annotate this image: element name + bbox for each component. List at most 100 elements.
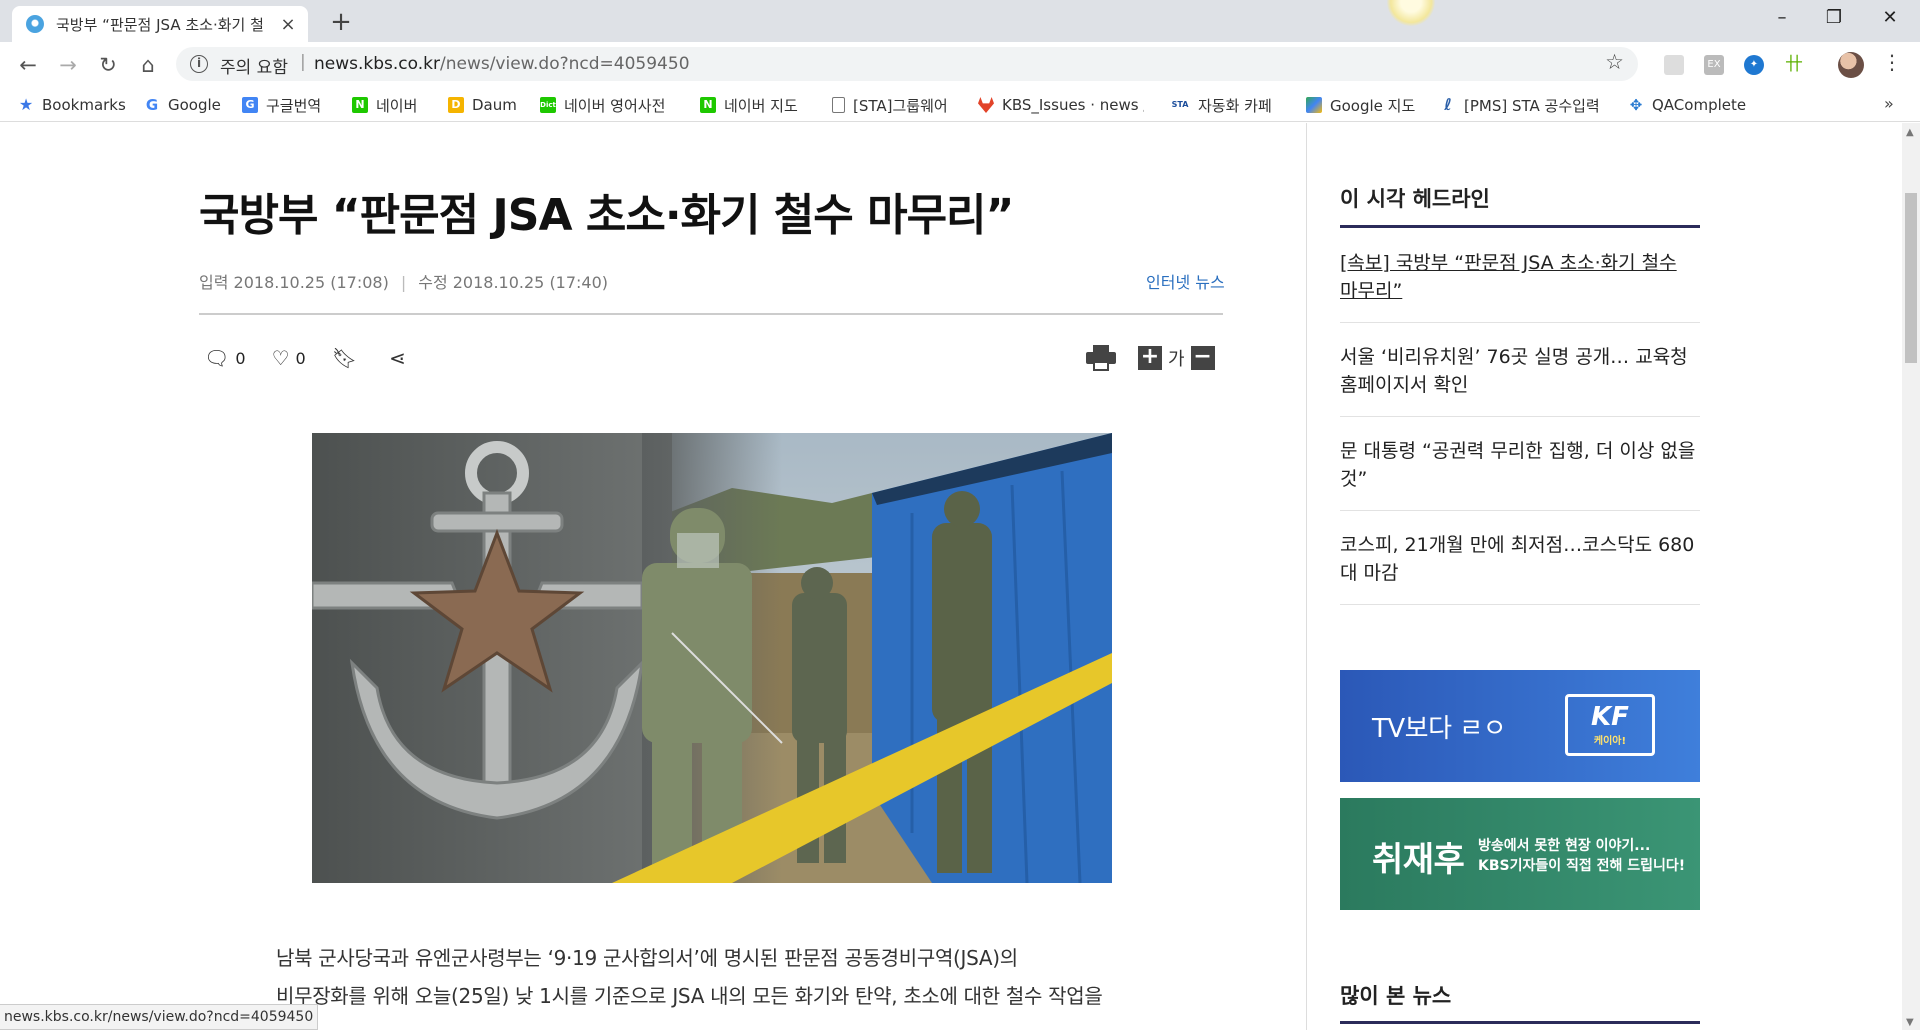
bookmark-icon: 🔖︎ [331,346,358,370]
bookmark-item[interactable]: N 네이버 지도 [700,94,798,116]
article-dates: 입력 2018.10.25 (17:08) | 수정 2018.10.25 (17:… [199,269,608,293]
headline-link[interactable]: [속보] 국방부 “판문점 JSA 초소·화기 철수 마무리” [1340,252,1677,302]
qa-icon: ✥ [1629,96,1643,114]
forward-arrow-icon[interactable]: → [52,50,84,80]
page-icon [832,97,845,113]
bookmark-label: QAComplete [1652,96,1747,114]
page-scrollbar[interactable]: ▲ ▼ [1902,123,1920,1030]
bookmark-item[interactable]: D Daum [448,94,517,116]
bookmarks-overflow-icon[interactable]: » [1884,94,1894,113]
new-tab-button[interactable]: + [326,8,356,38]
article-headline: 국방부 “판문점 JSA 초소·화기 철수 마무리” [199,190,1014,241]
bookmark-item[interactable]: Dict 네이버 영어사전 [540,94,665,116]
minimize-button[interactable]: – [1754,0,1810,38]
bookmark-label: Google 지도 [1330,96,1416,115]
article-photo [312,433,1112,883]
browser-tab-active[interactable]: 국방부 “판문점 JSA 초소·화기 철 × [12,6,308,42]
info-icon[interactable]: i [190,55,208,73]
bookmark-label: Bookmarks [42,96,126,114]
headlines-list: [속보] 국방부 “판문점 JSA 초소·화기 철수 마무리” 서울 ‘비리유치… [1340,229,1700,605]
chwijaehu-banner[interactable]: 취재후 방송에서 못한 현장 이야기... KBS기자들이 직접 전해 드립니다! [1340,798,1700,910]
bookmark-label: 네이버 지도 [724,96,798,115]
star-icon: ★ [18,95,34,114]
modified-date: 수정 2018.10.25 (17:40) [418,273,609,292]
address-bar[interactable]: i 주의 요함 | news.kbs.co.kr/news/view.do?nc… [176,47,1638,81]
kbs-keyah-banner[interactable]: TV보다 ㄹㅇ KF 케이아! [1340,670,1700,782]
headline-item[interactable]: [속보] 국방부 “판문점 JSA 초소·화기 철수 마무리” [1340,229,1700,323]
tab-title: 국방부 “판문점 JSA 초소·화기 철 [56,15,264,34]
url-path: /news/view.do?ncd=4059450 [439,54,690,74]
profile-avatar[interactable] [1838,52,1864,78]
article-category-link[interactable]: 인터넷 뉴스 [1146,269,1225,293]
scrollbar-thumb[interactable] [1905,193,1917,363]
extension-screenshot-icon[interactable] [1664,55,1684,75]
bookmark-item[interactable]: N 네이버 [352,94,417,116]
dict-icon: Dict [540,97,556,113]
share-button[interactable]: ⋖ [389,346,412,370]
headline-link[interactable]: 코스피, 21개월 만에 최저점…코스닥도 680대 마감 [1340,534,1694,584]
headline-item[interactable]: 코스피, 21개월 만에 최저점…코스닥도 680대 마감 [1340,511,1700,605]
article-body: 남북 군사당국과 유엔군사령부는 ‘9·19 군사합의서’에 명시된 판문점 공… [276,939,1136,1015]
url-host: news.kbs.co.kr [314,54,440,74]
banner-logo-subtext: 케이아! [1593,736,1627,747]
bookmark-item[interactable]: G 구글번역 [242,94,321,116]
home-icon[interactable]: ⌂ [132,50,164,80]
gitlab-icon [978,97,994,113]
section-rule [1340,1021,1700,1024]
headlines-section-title: 이 시각 헤드라인 [1340,187,1490,211]
sta-icon: STA [1171,100,1189,109]
bookmark-item[interactable]: KBS_Issues · news / ... [978,94,1144,116]
bookmark-item[interactable]: ℓ [PMS] STA 공수입력 [1440,94,1600,116]
security-warning[interactable]: 주의 요함 [220,53,288,78]
like-button[interactable]: ♡ 0 [272,346,306,370]
print-icon[interactable] [1086,345,1116,371]
extension-arrow-icon[interactable]: ✦ [1744,55,1764,75]
section-rule [1340,225,1700,228]
kbs-favicon-icon [26,15,44,33]
bookmark-item[interactable]: G Google [144,94,221,116]
article-view-tools: + 가 − [1086,345,1215,371]
tab-close-icon[interactable]: × [278,14,298,35]
headline-link[interactable]: 문 대통령 “공권력 무리한 집행, 더 이상 없을 것” [1340,440,1695,490]
menu-kebab-icon[interactable]: ⋮ [1882,50,1902,74]
translate-icon: G [242,97,258,113]
share-icon: ⋖ [389,346,406,370]
extension-ex-icon[interactable]: EX [1704,55,1724,75]
bookmark-item[interactable]: Google 지도 [1306,94,1415,116]
article-actions: 🗨 0 ♡ 0 🔖︎ ⋖ [204,343,438,373]
bookmark-item[interactable]: [STA]그룹웨어 [832,94,948,116]
bookmark-button[interactable]: 🔖︎ [332,346,363,370]
bookmark-item[interactable]: ★ Bookmarks [18,94,126,116]
comment-count: 0 [235,348,246,368]
bookmark-item[interactable]: ✥ QAComplete [1628,94,1746,116]
input-date: 입력 2018.10.25 (17:08) [199,273,389,292]
separator: | [300,52,306,72]
reload-icon[interactable]: ↻ [92,50,124,80]
headline-link[interactable]: 서울 ‘비리유치원’ 76곳 실명 공개… 교육청 홈페이지서 확인 [1340,346,1688,396]
bookmark-star-icon[interactable]: ☆ [1605,50,1624,74]
tab-strip: 국방부 “판문점 JSA 초소·화기 철 × + – ❐ ✕ [0,0,1920,42]
banner-title: 취재후 [1372,840,1465,880]
font-decrease-icon[interactable]: − [1190,346,1215,370]
scroll-up-icon[interactable]: ▲ [1906,127,1914,138]
naver-icon: N [352,97,368,113]
comment-button[interactable]: 🗨 0 [204,346,246,370]
kf-logo-icon: KF 케이아! [1565,694,1655,756]
url-text[interactable]: news.kbs.co.kr/news/view.do?ncd=4059450 [314,54,690,74]
date-separator: | [400,273,407,292]
font-increase-icon[interactable]: + [1138,346,1162,370]
extension-ladder-icon[interactable]: 卄 [1784,55,1804,75]
article-photo-illustration [312,433,1112,883]
banner-subtext-line: 방송에서 못한 현장 이야기... [1478,838,1651,854]
browser-toolbar: ← → ↻ ⌂ i 주의 요함 | news.kbs.co.kr/news/vi… [0,42,1920,88]
headline-item[interactable]: 서울 ‘비리유치원’ 76곳 실명 공개… 교육청 홈페이지서 확인 [1340,323,1700,417]
restore-button[interactable]: ❐ [1806,0,1862,38]
scroll-down-icon[interactable]: ▼ [1906,1017,1914,1028]
comment-icon: 🗨 [204,346,230,370]
article-paragraph-line: 남북 군사당국과 유엔군사령부는 ‘9·19 군사합의서’에 명시된 판문점 공… [276,946,1018,970]
close-window-button[interactable]: ✕ [1862,0,1918,38]
headline-item[interactable]: 문 대통령 “공권력 무리한 집행, 더 이상 없을 것” [1340,417,1700,511]
bookmark-item[interactable]: STA 자동화 카페 [1170,94,1272,116]
back-arrow-icon[interactable]: ← [12,50,44,80]
banner-subtext-line: KBS기자들이 직접 전해 드립니다! [1478,858,1686,874]
